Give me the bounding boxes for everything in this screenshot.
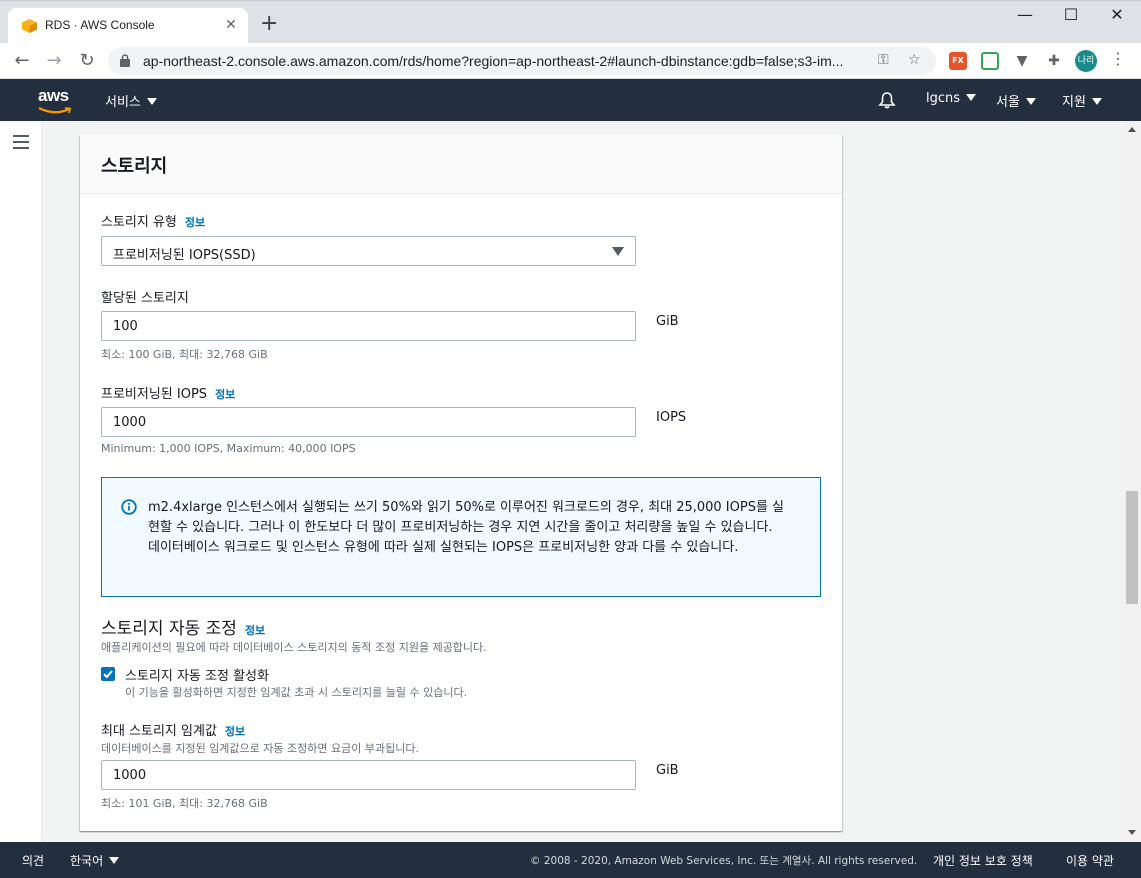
storage-type-select[interactable]: 프로비저닝된 IOPS(SSD): [101, 236, 636, 266]
back-icon[interactable]: ←: [10, 49, 34, 73]
allocated-storage-value: 100: [113, 319, 138, 334]
max-storage-input[interactable]: 1000: [101, 760, 636, 790]
terms-link[interactable]: 이용 약관: [1066, 852, 1114, 869]
green-extension-icon[interactable]: [981, 52, 999, 70]
allocated-storage-input[interactable]: 100: [101, 311, 636, 341]
iops-unit: IOPS: [656, 410, 687, 425]
scroll-up-arrow-icon[interactable]: [1128, 127, 1136, 132]
allocated-storage-label: 할당된 스토리지: [101, 291, 189, 306]
feedback-link[interactable]: 의견: [22, 852, 44, 869]
services-label: 서비스: [105, 95, 141, 110]
account-menu[interactable]: lgcns: [926, 91, 977, 106]
region-menu[interactable]: 서울: [996, 91, 1036, 110]
address-bar[interactable]: ap-northeast-2.console.aws.amazon.com/rd…: [108, 47, 936, 75]
lock-icon: [120, 54, 130, 67]
page-scrollbar[interactable]: [1124, 121, 1141, 842]
vue-extension-icon[interactable]: ▼: [1013, 52, 1031, 70]
reload-icon[interactable]: ↻: [75, 49, 99, 73]
profile-avatar[interactable]: 나리: [1075, 50, 1097, 72]
autoscaling-info-link[interactable]: 정보: [245, 624, 265, 637]
storage-panel-header: 스토리지: [80, 135, 842, 194]
region-label: 서울: [996, 95, 1020, 110]
max-storage-unit: GiB: [656, 763, 679, 778]
window-close-icon[interactable]: ✕: [1094, 5, 1140, 27]
max-storage-value: 1000: [113, 768, 147, 783]
info-circle-icon: [121, 499, 137, 515]
account-label: lgcns: [926, 91, 961, 106]
storage-type-label: 스토리지 유형 정보: [101, 211, 205, 230]
autoscaling-description: 애플리케이션의 필요에 따라 데이터베이스 스토리지의 동적 조정 지원을 제공…: [101, 641, 487, 654]
autoscaling-checkbox-label[interactable]: 스토리지 자동 조정 활성화: [125, 665, 269, 684]
storage-type-label-text: 스토리지 유형: [101, 215, 177, 230]
support-menu[interactable]: 지원: [1062, 91, 1102, 110]
hamburger-menu-icon[interactable]: [13, 135, 29, 153]
max-storage-info-link[interactable]: 정보: [225, 725, 245, 738]
max-storage-hint: 최소: 101 GiB, 최대: 32,768 GiB: [101, 797, 268, 810]
iops-value: 1000: [113, 415, 147, 430]
minimize-icon[interactable]: —: [1002, 5, 1048, 27]
key-icon[interactable]: ⚿: [878, 52, 889, 68]
forward-icon[interactable]: →: [42, 49, 66, 73]
fx-extension-icon[interactable]: FX: [949, 52, 967, 70]
browser-menu-icon[interactable]: ⋮: [1110, 49, 1126, 68]
iops-label: 프로비저닝된 IOPS 정보: [101, 383, 235, 402]
url-text: ap-northeast-2.console.aws.amazon.com/rd…: [143, 53, 844, 69]
storage-panel: 스토리지 스토리지 유형 정보 프로비저닝된 IOPS(SSD) 할당된 스토리지…: [80, 135, 842, 831]
autoscaling-title-text: 스토리지 자동 조정: [101, 619, 237, 639]
copyright-text: © 2008 - 2020, Amazon Web Services, Inc.…: [530, 855, 918, 867]
iops-input[interactable]: 1000: [101, 407, 636, 437]
alert-text: m2.4xlarge 인스턴스에서 실행되는 쓰기 50%와 읽기 50%로 이…: [148, 500, 785, 555]
chevron-down-icon: [1025, 98, 1036, 105]
max-storage-description: 데이터베이스를 지정된 임계값으로 자동 조정하면 요금이 부과됩니다.: [101, 742, 419, 755]
tab-title: RDS · AWS Console: [45, 18, 155, 32]
aws-footer: 의견 한국어 © 2008 - 2020, Amazon Web Service…: [0, 842, 1141, 878]
aws-logo[interactable]: aws: [38, 86, 69, 106]
aws-cube-icon: [22, 19, 37, 33]
support-label: 지원: [1062, 95, 1086, 110]
left-rail: [0, 121, 42, 842]
iops-label-text: 프로비저닝된 IOPS: [101, 387, 208, 402]
scroll-down-arrow-icon[interactable]: [1128, 830, 1136, 835]
chevron-down-icon: [109, 857, 120, 864]
iops-hint: Minimum: 1,000 IOPS, Maximum: 40,000 IOP…: [101, 442, 356, 455]
bell-icon[interactable]: [878, 91, 896, 109]
autoscaling-checkbox[interactable]: [101, 667, 115, 681]
browser-toolbar: ← → ↻ ap-northeast-2.console.aws.amazon.…: [0, 43, 1141, 79]
storage-type-value: 프로비저닝된 IOPS(SSD): [113, 248, 256, 263]
allocated-storage-unit: GiB: [656, 314, 679, 329]
browser-tab[interactable]: RDS · AWS Console ✕: [8, 8, 248, 44]
aws-top-nav: aws 서비스 lgcns 서울 지원: [0, 79, 1141, 121]
max-storage-label-text: 최대 스토리지 임계값: [101, 724, 217, 739]
chevron-down-icon: [146, 98, 157, 105]
puzzle-extensions-icon[interactable]: ✚: [1045, 52, 1063, 70]
chevron-down-icon: [966, 94, 977, 101]
chevron-down-icon: [1091, 98, 1102, 105]
allocated-storage-hint: 최소: 100 GiB, 최대: 32,768 GiB: [101, 348, 268, 361]
bookmark-star-icon[interactable]: ☆: [908, 52, 921, 68]
aws-smile-icon: [38, 107, 72, 114]
storage-title: 스토리지: [101, 156, 168, 177]
privacy-policy-link[interactable]: 개인 정보 보호 정책: [933, 852, 1033, 869]
tab-close-icon[interactable]: ✕: [222, 16, 240, 34]
dropdown-arrow-icon: [612, 247, 624, 256]
maximize-icon[interactable]: ☐: [1048, 5, 1094, 27]
language-label: 한국어: [70, 854, 104, 868]
new-tab-icon[interactable]: +: [260, 13, 278, 35]
autoscaling-checkbox-hint: 이 기능을 활성화하면 지정한 임계값 초과 시 스토리지를 늘릴 수 있습니다…: [125, 686, 468, 699]
language-menu[interactable]: 한국어: [70, 852, 120, 869]
scrollbar-thumb[interactable]: [1126, 491, 1138, 604]
iops-info-alert: m2.4xlarge 인스턴스에서 실행되는 쓰기 50%와 읽기 50%로 이…: [101, 477, 821, 597]
autoscaling-title: 스토리지 자동 조정 정보: [101, 614, 265, 639]
checkmark-icon: [103, 670, 113, 679]
services-menu[interactable]: 서비스: [105, 91, 157, 110]
max-storage-label: 최대 스토리지 임계값 정보: [101, 720, 245, 739]
iops-info-link[interactable]: 정보: [215, 388, 235, 401]
browser-tabstrip: RDS · AWS Console ✕ + — ☐ ✕: [0, 0, 1141, 44]
storage-type-info-link[interactable]: 정보: [185, 216, 205, 229]
